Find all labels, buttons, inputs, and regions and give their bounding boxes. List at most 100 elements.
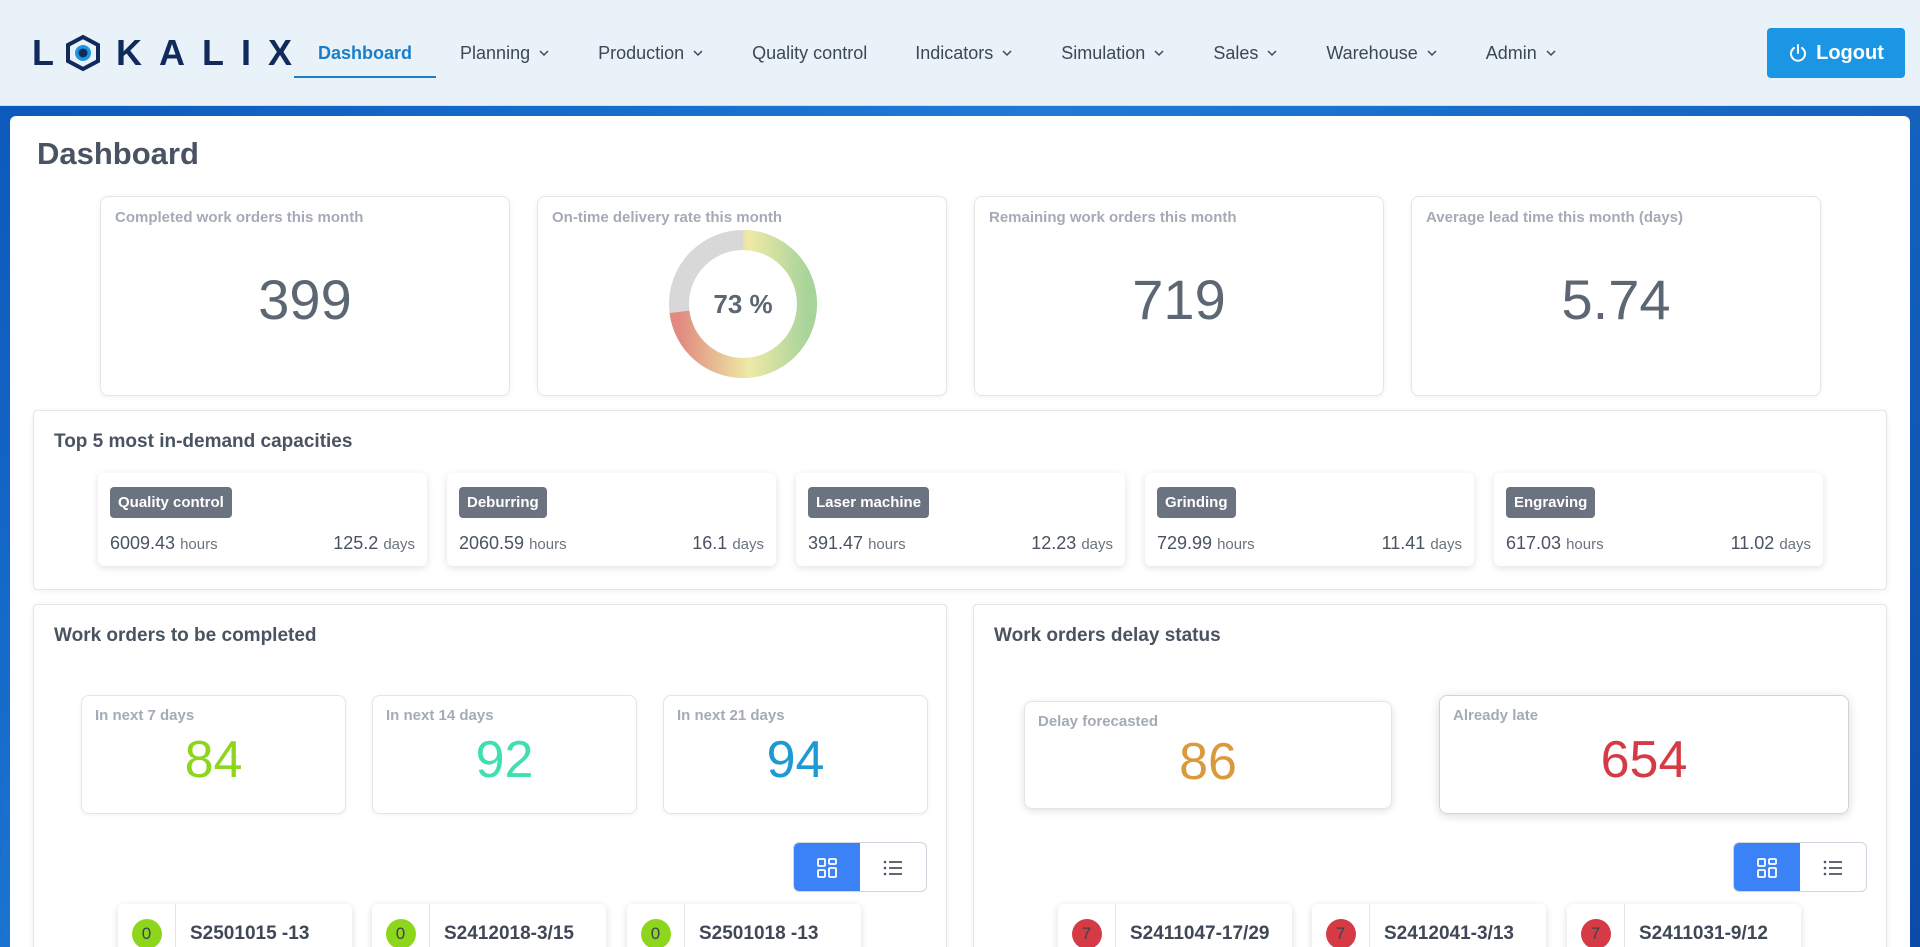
nav-admin[interactable]: Admin (1462, 0, 1581, 106)
wo-count-badge: 7 (1071, 919, 1102, 947)
logout-label: Logout (1816, 41, 1884, 64)
capacity-card[interactable]: Grinding 729.99 hours 11.41 days (1145, 473, 1474, 566)
nav-sales[interactable]: Sales (1189, 0, 1302, 106)
days-value: 11.02 (1730, 533, 1775, 553)
wo-id: S2501018 -13 (699, 923, 819, 944)
nav-label: Warehouse (1326, 42, 1418, 63)
kpi-remaining-card: Remaining work orders this month 719 (974, 196, 1384, 396)
section-title: Work orders delay status (994, 625, 1221, 646)
capacity-card[interactable]: Engraving 617.03 hours 11.02 days (1494, 473, 1823, 566)
chevron-down-icon (1002, 50, 1012, 57)
next-14-days-card[interactable]: In next 14 days 92 (372, 695, 637, 814)
work-order-card[interactable]: 7 S2411047-17/29 (1058, 904, 1292, 947)
kpi-value: 399 (258, 268, 352, 331)
delay-forecasted-card[interactable]: Delay forecasted 86 (1024, 701, 1392, 809)
days-unit: days (1081, 536, 1113, 553)
wo-count-cell: 0 (118, 904, 176, 947)
hours-unit: hours (1566, 536, 1604, 553)
days-unit: days (1430, 536, 1462, 553)
wo-id: S2411031-9/12 (1639, 923, 1768, 944)
nav-label: Quality control (752, 42, 868, 63)
nav-label: Admin (1485, 42, 1537, 63)
nav-label: Production (598, 42, 685, 63)
capacity-card[interactable]: Laser machine 391.47 hours 12.23 days (796, 473, 1125, 566)
kpi-value: 5.74 (1561, 268, 1671, 331)
work-order-card[interactable]: 7 S2411031-9/12 (1567, 904, 1801, 947)
nav-indicators[interactable]: Indicators (891, 0, 1037, 106)
work-order-card[interactable]: 7 S2412041-3/13 (1312, 904, 1546, 947)
nav-simulation[interactable]: Simulation (1037, 0, 1189, 106)
brand-logo[interactable]: L KALIX (32, 32, 309, 73)
wo-count-badge: 0 (640, 919, 671, 947)
nav-label: Sales (1213, 42, 1259, 63)
work-order-card[interactable]: 0 S2412018-3/15 (372, 904, 606, 947)
next-7-days-card[interactable]: In next 7 days 84 (81, 695, 346, 814)
sub-value: 86 (1179, 733, 1237, 791)
wo-count-cell: 7 (1312, 904, 1370, 947)
capacity-hours: 729.99 hours (1157, 533, 1255, 554)
nav-warehouse[interactable]: Warehouse (1302, 0, 1461, 106)
wo-count-badge: 7 (1580, 919, 1611, 947)
capacity-hours: 2060.59 hours (459, 533, 567, 554)
days-value: 125.2 (333, 533, 379, 553)
days-value: 11.41 (1381, 533, 1426, 553)
nav-quality-control[interactable]: Quality control (728, 0, 891, 106)
already-late-card[interactable]: Already late 654 (1439, 695, 1849, 814)
kpi-completed-card: Completed work orders this month 399 (100, 196, 510, 396)
work-order-card[interactable]: 0 S2501015 -13 (118, 904, 352, 947)
list-view-icon (1823, 860, 1842, 876)
chevron-down-icon (1154, 50, 1164, 57)
capacity-badge: Quality control (110, 487, 232, 518)
capacity-card[interactable]: Deburring 2060.59 hours 16.1 days (447, 473, 776, 566)
kpi-label: Remaining work orders this month (989, 209, 1237, 226)
wo-count-cell: 0 (627, 904, 685, 947)
hours-value: 617.03 (1506, 533, 1562, 553)
capacity-card[interactable]: Quality control 6009.43 hours 125.2 days (98, 473, 427, 566)
grid-view-button[interactable] (1734, 843, 1800, 891)
top-navbar: L KALIX Dashboard Planning Production Qu… (0, 0, 1920, 106)
capacities-section: Top 5 most in-demand capacities Quality … (33, 410, 1887, 590)
ontime-donut-chart: 73 % (669, 230, 817, 378)
capacity-days: 11.02 days (1731, 533, 1811, 554)
view-toggle (1733, 842, 1867, 892)
days-unit: days (1779, 536, 1811, 553)
capacity-badge: Deburring (459, 487, 547, 518)
power-icon (1790, 44, 1807, 62)
wo-id: S2411047-17/29 (1130, 923, 1270, 944)
sub-label: In next 14 days (386, 707, 494, 724)
logout-button[interactable]: Logout (1767, 28, 1905, 78)
view-toggle (793, 842, 927, 892)
list-view-button[interactable] (860, 843, 926, 891)
nav-production[interactable]: Production (574, 0, 728, 106)
capacity-hours: 391.47 hours (808, 533, 906, 554)
days-value: 12.23 (1031, 533, 1077, 553)
kpi-label: Completed work orders this month (115, 209, 364, 226)
chevron-down-icon (1267, 50, 1277, 57)
wo-count-cell: 7 (1058, 904, 1116, 947)
nav-label: Dashboard (318, 42, 413, 63)
sub-label: In next 7 days (95, 707, 195, 724)
nav-dashboard[interactable]: Dashboard (294, 0, 437, 106)
hours-unit: hours (1217, 536, 1255, 553)
sub-value: 84 (184, 731, 243, 789)
wo-id: S2412041-3/13 (1384, 923, 1514, 944)
capacity-days: 16.1 days (692, 533, 764, 554)
work-order-card[interactable]: 0 S2501018 -13 (627, 904, 861, 947)
nav-planning[interactable]: Planning (436, 0, 574, 106)
work-orders-delay-section: Work orders delay status Delay forecaste… (973, 604, 1887, 947)
capacity-days: 11.41 days (1382, 533, 1462, 554)
capacity-days: 125.2 days (333, 533, 415, 554)
section-title: Work orders to be completed (54, 625, 317, 646)
grid-view-button[interactable] (794, 843, 860, 891)
wo-count-cell: 7 (1567, 904, 1625, 947)
sub-label: Already late (1453, 707, 1539, 724)
list-view-button[interactable] (1800, 843, 1866, 891)
chevron-down-icon (539, 50, 549, 57)
kpi-leadtime-card: Average lead time this month (days) 5.74 (1411, 196, 1821, 396)
capacity-badge: Grinding (1157, 487, 1236, 518)
sub-label: In next 21 days (677, 707, 785, 724)
capacity-days: 12.23 days (1031, 533, 1113, 554)
wo-id: S2501015 -13 (190, 923, 310, 944)
next-21-days-card[interactable]: In next 21 days 94 (663, 695, 928, 814)
hours-unit: hours (180, 536, 218, 553)
